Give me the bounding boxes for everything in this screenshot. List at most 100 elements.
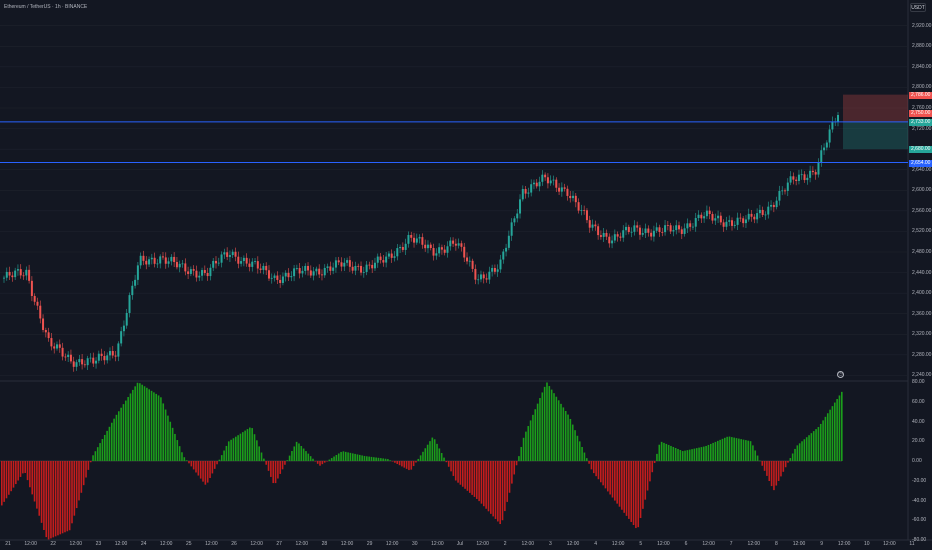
candle-body [368,264,371,266]
oscillator-bar [380,458,382,461]
oscillator-bar [239,433,242,461]
oscillator-bar [468,461,471,493]
candle-body [111,351,114,356]
oscillator-bar [103,434,106,461]
oscillator-bar [19,461,22,477]
oscillator-bar [335,455,338,461]
candle-body [287,272,290,278]
oscillator-bar [475,461,478,499]
chart-canvas[interactable] [0,0,932,550]
oscillator-bar [515,461,518,466]
candle-body [122,325,125,332]
oscillator-bar [171,427,174,461]
candle-body [664,225,667,233]
candle-body [3,277,5,279]
oscillator-bar [454,461,457,481]
oscillator-bar [75,461,78,509]
oscillator-bar [396,461,399,464]
candle-body [262,265,265,270]
oscillator-bar [162,403,165,461]
oscillator-bar [26,461,29,481]
oscillator-bar [61,461,64,534]
price-axis-label: 2,320.00 [912,331,932,338]
candle-body [502,251,505,260]
oscillator-bar [770,461,773,487]
oscillator-bar [300,445,303,461]
oscillator-bar [604,461,607,489]
oscillator-bar [791,453,794,461]
candle-body [747,213,750,220]
oscillator-bar [445,461,448,463]
oscillator-bar [8,461,10,495]
oscillator-bar [506,461,509,502]
oscillator-bar [714,441,717,461]
horizontal-lines[interactable] [0,121,908,164]
oscillator-bar [192,461,195,470]
oscillator-bar [485,461,487,509]
oscillator-bar [1,461,3,506]
oscillator-bar [555,396,558,461]
oscillator-bar [309,456,312,461]
candle-body [393,256,396,258]
oscillator-bar [340,451,342,461]
oscillator-bar [258,446,260,461]
candle-body [479,274,482,280]
candle-body [281,276,284,283]
oscillator-bar [394,461,396,463]
candle-body [572,195,575,199]
oscillator-bar [635,461,637,529]
candle-body [499,259,502,270]
chart-window[interactable]: Ethereum / TetherUS · 1h · BINANCE USDT … [0,0,932,550]
time-axis-label: 12:00 [837,541,851,547]
candle-body [86,358,89,366]
candle-body [625,226,628,231]
oscillator-bar [302,448,305,461]
oscillator-bar [438,448,441,461]
oscillator-bar [724,437,726,461]
candle-body [11,275,14,278]
candle-body [800,174,803,176]
oscillator-bar [43,461,45,530]
candle-body [387,253,390,257]
candle-body [415,238,418,243]
oscillator-bar [735,438,738,461]
candle-body [401,247,404,250]
candle-body [346,260,349,263]
price-axis-label: 2,920.00 [912,22,932,29]
candle-body [36,301,39,306]
candle-body [742,218,745,224]
candle-body [452,240,455,244]
candle-body [376,256,379,263]
oscillator-bar [323,461,326,463]
oscillator-bar [749,441,752,461]
time-axis-label: 12:00 [114,541,128,547]
time-axis-label: 21 [5,541,11,547]
candle-body [750,213,753,217]
candle-body [703,216,706,219]
alert-clock-icon[interactable]: ◷ [837,371,844,378]
oscillator-bar [412,461,415,467]
oscillator-bar [80,461,83,493]
oscillator-bar [29,461,31,488]
candle-body [273,275,276,278]
oscillator-bar [569,418,572,461]
candle-body [242,257,245,262]
candle-body [178,263,181,268]
oscillator-bar [431,437,434,461]
oscillator-bar [684,450,686,461]
candle-body [717,215,720,219]
oscillator-bar [752,445,754,461]
oscillator-bar [607,461,609,492]
oscillator-bar [597,461,600,480]
candle-body [117,343,120,357]
candle-body [789,176,792,183]
candle-body [134,279,137,286]
candle-body [744,219,747,224]
time-axis-label: Jul [456,541,464,547]
candle-body [69,354,72,362]
oscillator-bar [204,461,207,485]
time-axis-label: 25 [186,541,192,547]
candle-body [435,253,438,256]
oscillator-bar [242,432,244,461]
oscillator-bar [316,461,319,464]
